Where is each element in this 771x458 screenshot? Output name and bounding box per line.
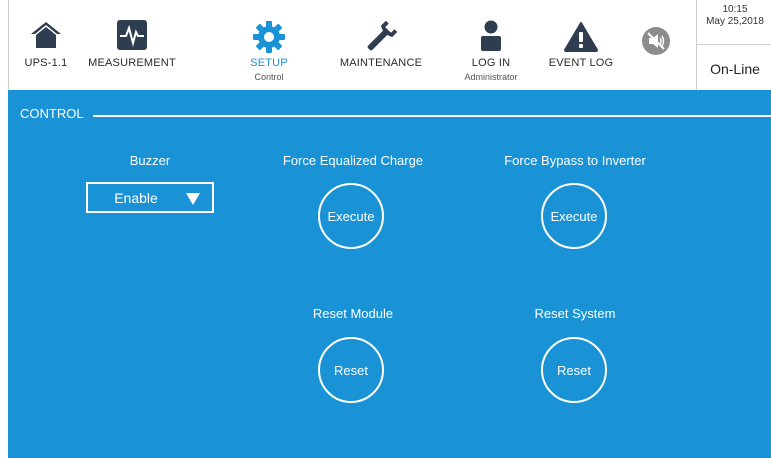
nav-sublabel: Control bbox=[254, 72, 284, 82]
reset-system-label: Reset System bbox=[534, 306, 616, 321]
user-icon bbox=[479, 20, 503, 57]
buzzer-select[interactable]: Enable bbox=[86, 182, 214, 213]
warning-icon bbox=[564, 22, 598, 57]
nav-label: SETUP bbox=[250, 57, 288, 69]
force-equalized-charge-execute-button[interactable]: Execute bbox=[318, 183, 384, 249]
speaker-muted-icon bbox=[641, 26, 671, 61]
buzzer-select-value: Enable bbox=[114, 189, 158, 206]
nav-item-login[interactable]: LOG IN Administrator bbox=[451, 0, 531, 90]
wrench-icon bbox=[363, 20, 399, 59]
gear-icon bbox=[252, 20, 286, 59]
nav-item-ups[interactable]: UPS-1.1 bbox=[11, 0, 81, 90]
status-divider bbox=[697, 44, 771, 45]
home-icon bbox=[30, 20, 62, 55]
nav-sublabel: Administrator bbox=[464, 72, 518, 82]
nav-item-maintenance[interactable]: MAINTENANCE bbox=[331, 0, 431, 90]
nav-label: EVENT LOG bbox=[548, 57, 614, 69]
waveform-icon bbox=[117, 20, 147, 55]
section-divider bbox=[93, 115, 771, 117]
status-panel: 10:15 May 25,2018 On-Line bbox=[696, 0, 771, 90]
clock-date: May 25,2018 bbox=[706, 16, 764, 27]
force-bypass-label: Force Bypass to Inverter bbox=[504, 153, 646, 168]
nav-label: MEASUREMENT bbox=[88, 57, 176, 69]
triangle-down-icon bbox=[186, 192, 200, 210]
nav-label: MAINTENANCE bbox=[339, 57, 423, 69]
top-navigation-bar: UPS-1.1 MEASUREMENT SETUP Control MAINTE… bbox=[8, 0, 771, 90]
ups-status: On-Line bbox=[710, 61, 760, 77]
nav-label: LOG IN bbox=[471, 57, 511, 69]
clock-time: 10:15 bbox=[722, 4, 748, 15]
section-title: CONTROL bbox=[20, 106, 84, 121]
force-equalized-charge-label: Force Equalized Charge bbox=[282, 153, 424, 168]
reset-system-button[interactable]: Reset bbox=[541, 337, 607, 403]
buzzer-label: Buzzer bbox=[129, 153, 171, 168]
control-panel: CONTROL Buzzer Enable Force Equalized Ch… bbox=[8, 90, 771, 458]
nav-item-measurement[interactable]: MEASUREMENT bbox=[81, 0, 183, 90]
nav-item-setup[interactable]: SETUP Control bbox=[234, 0, 304, 90]
nav-label: UPS-1.1 bbox=[24, 57, 68, 69]
reset-module-label: Reset Module bbox=[312, 306, 394, 321]
force-bypass-execute-button[interactable]: Execute bbox=[541, 183, 607, 249]
mute-button[interactable] bbox=[636, 0, 676, 90]
reset-module-button[interactable]: Reset bbox=[318, 337, 384, 403]
nav-item-event-log[interactable]: EVENT LOG bbox=[541, 0, 621, 90]
